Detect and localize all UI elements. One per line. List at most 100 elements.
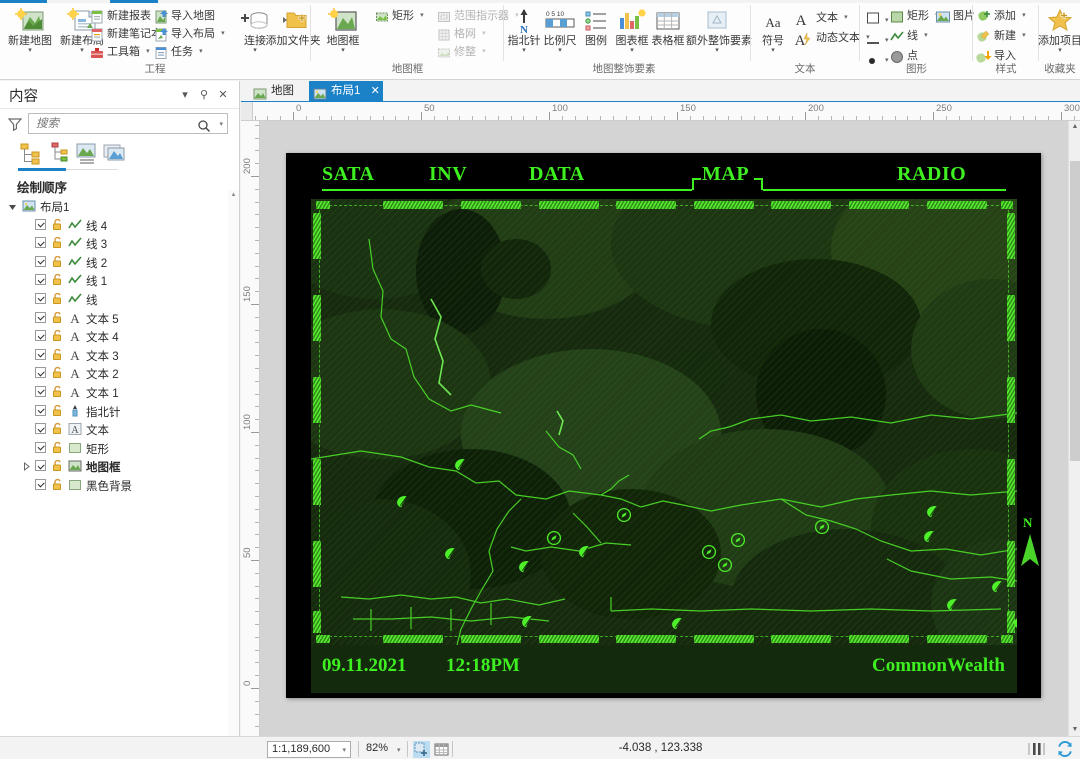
scale-bar-button[interactable]: 0 5 10 比例尺 ▾: [542, 5, 578, 59]
layer-visibility-checkbox[interactable]: [35, 330, 46, 342]
search-box[interactable]: ▾: [28, 113, 228, 134]
import-layout-button[interactable]: 导入布局 ▾: [152, 25, 225, 43]
scroll-down-icon[interactable]: ▼: [1069, 724, 1080, 736]
lock-icon[interactable]: [51, 218, 64, 231]
chevron-down-icon[interactable]: ▾: [614, 47, 650, 54]
lock-icon[interactable]: [51, 329, 64, 342]
refresh-icon[interactable]: [1056, 740, 1074, 758]
symbol-button[interactable]: Aa 符号 ▾: [756, 5, 790, 59]
layer-row[interactable]: 矩形: [0, 439, 239, 458]
chevron-down-icon[interactable]: [8, 202, 17, 211]
layer-row[interactable]: A 文本 1: [0, 383, 239, 402]
layer-visibility-checkbox[interactable]: [35, 441, 46, 453]
extra-surround-button[interactable]: 额外整饰要素 ▾: [686, 5, 752, 59]
list-by-selection-tab[interactable]: [74, 140, 100, 166]
layer-visibility-checkbox[interactable]: [35, 460, 46, 472]
lock-icon[interactable]: [51, 255, 64, 268]
dynamic-text-button[interactable]: A 动态文本 ▾: [792, 29, 870, 47]
list-by-drawing-order-tab[interactable]: [18, 140, 44, 166]
layer-row[interactable]: A 文本 2: [0, 364, 239, 383]
pause-icon[interactable]: [1026, 740, 1046, 758]
chevron-down-icon[interactable]: ▾: [420, 12, 424, 19]
lock-icon[interactable]: [51, 422, 64, 435]
search-icon[interactable]: [197, 117, 211, 132]
style-add-button[interactable]: 添加 ▾: [975, 7, 1026, 25]
layer-row[interactable]: 线 1: [0, 271, 239, 290]
lock-icon[interactable]: [51, 366, 64, 379]
layer-row[interactable]: 指北针: [0, 402, 239, 421]
graphic-line-button[interactable]: 线 ▾: [888, 27, 928, 45]
new-map-button[interactable]: 新建地图 ▾: [3, 5, 57, 59]
layer-row[interactable]: 线 3: [0, 234, 239, 253]
chevron-down-icon[interactable]: ▾: [1022, 12, 1026, 19]
view-tab-map[interactable]: 地图: [249, 81, 309, 102]
list-by-snapping-tab[interactable]: [102, 140, 128, 166]
lock-icon[interactable]: [51, 348, 64, 361]
chevron-down-icon[interactable]: ▾: [199, 48, 203, 55]
layer-visibility-checkbox[interactable]: [35, 274, 46, 286]
chart-frame-button[interactable]: 图表框 ▾: [614, 5, 650, 59]
tasks-button[interactable]: 任务 ▾: [152, 43, 203, 61]
layer-row[interactable]: 地图框: [0, 457, 239, 476]
table-frame-button[interactable]: 表格框: [650, 5, 686, 59]
view-tab-layout1[interactable]: 布局1 ✕: [309, 81, 383, 102]
fill-swatch-button[interactable]: ▾: [864, 7, 889, 25]
map-frame-button[interactable]: 地图框 ▾: [316, 5, 370, 59]
rectangle-mapframe-button[interactable]: 矩形 ▾: [373, 7, 424, 25]
chevron-down-icon[interactable]: ▾: [506, 47, 542, 54]
style-new-button[interactable]: 新建 ▾: [975, 27, 1026, 45]
layer-row[interactable]: 黑色背景: [0, 476, 239, 495]
text-button[interactable]: A 文本 ▾: [792, 9, 848, 27]
layer-root-row[interactable]: 布局1: [0, 197, 239, 216]
layer-visibility-checkbox[interactable]: [35, 311, 46, 323]
contents-scrollbar[interactable]: ▲ ▼: [228, 190, 239, 759]
lock-icon[interactable]: [51, 459, 64, 472]
chevron-down-icon[interactable]: ▾: [844, 14, 848, 21]
layer-row[interactable]: A 文本 3: [0, 346, 239, 365]
layer-row[interactable]: 线 2: [0, 253, 239, 272]
map-frame[interactable]: [311, 199, 1017, 645]
layer-visibility-checkbox[interactable]: [35, 255, 46, 267]
chevron-down-icon[interactable]: ▾: [219, 120, 223, 128]
layer-row[interactable]: 线 4: [0, 216, 239, 235]
graphic-rect-button[interactable]: 矩形 ▾: [888, 7, 939, 25]
layer-visibility-checkbox[interactable]: [35, 478, 46, 490]
layer-visibility-checkbox[interactable]: [35, 292, 46, 304]
layer-row[interactable]: A 文本 5: [0, 309, 239, 328]
layer-row[interactable]: A 文本 4: [0, 327, 239, 346]
search-input[interactable]: [34, 116, 189, 132]
lock-icon[interactable]: [51, 404, 64, 417]
canvas-vertical-scrollbar[interactable]: ▲ ▼: [1068, 121, 1080, 736]
lock-icon[interactable]: [51, 236, 64, 249]
chevron-down-icon[interactable]: ▾: [1031, 47, 1080, 54]
scrollbar-thumb[interactable]: [1070, 161, 1080, 461]
new-report-button[interactable]: 新建报表 ▾: [88, 7, 161, 25]
scroll-up-icon[interactable]: ▲: [228, 190, 239, 201]
chevron-down-icon[interactable]: ▾: [542, 47, 578, 54]
lock-icon[interactable]: [51, 292, 64, 305]
layer-visibility-checkbox[interactable]: [35, 348, 46, 360]
lock-icon[interactable]: [51, 478, 64, 491]
close-icon[interactable]: ✕: [215, 87, 231, 103]
import-map-button[interactable]: 导入地图: [152, 7, 215, 25]
line-swatch-button[interactable]: ▾: [864, 27, 889, 45]
chevron-down-icon[interactable]: ▾: [756, 47, 790, 54]
new-notebook-button[interactable]: 新建笔记本: [88, 25, 162, 43]
chevron-down-icon[interactable]: ▾: [686, 47, 748, 54]
toolbox-button[interactable]: 工具箱 ▾: [88, 43, 150, 61]
close-icon[interactable]: ✕: [371, 85, 380, 97]
list-by-source-tab[interactable]: [46, 140, 72, 166]
chevron-down-icon[interactable]: ▾: [316, 47, 370, 54]
layout-canvas[interactable]: SATA INV DATA MAP RADIO 09.11.2021 12:18…: [260, 121, 1068, 736]
lock-icon[interactable]: [51, 311, 64, 324]
add-item-button[interactable]: 添加项目 ▾: [1031, 5, 1080, 59]
filter-icon[interactable]: [7, 115, 23, 131]
lock-icon[interactable]: [51, 441, 64, 454]
layer-visibility-checkbox[interactable]: [35, 218, 46, 230]
chevron-down-icon[interactable]: ▾: [3, 47, 57, 54]
layer-visibility-checkbox[interactable]: [35, 423, 46, 435]
layer-visibility-checkbox[interactable]: [35, 404, 46, 416]
layer-visibility-checkbox[interactable]: [35, 367, 46, 379]
chevron-down-icon[interactable]: ▾: [924, 32, 928, 39]
picture-button[interactable]: 图片: [934, 7, 975, 25]
